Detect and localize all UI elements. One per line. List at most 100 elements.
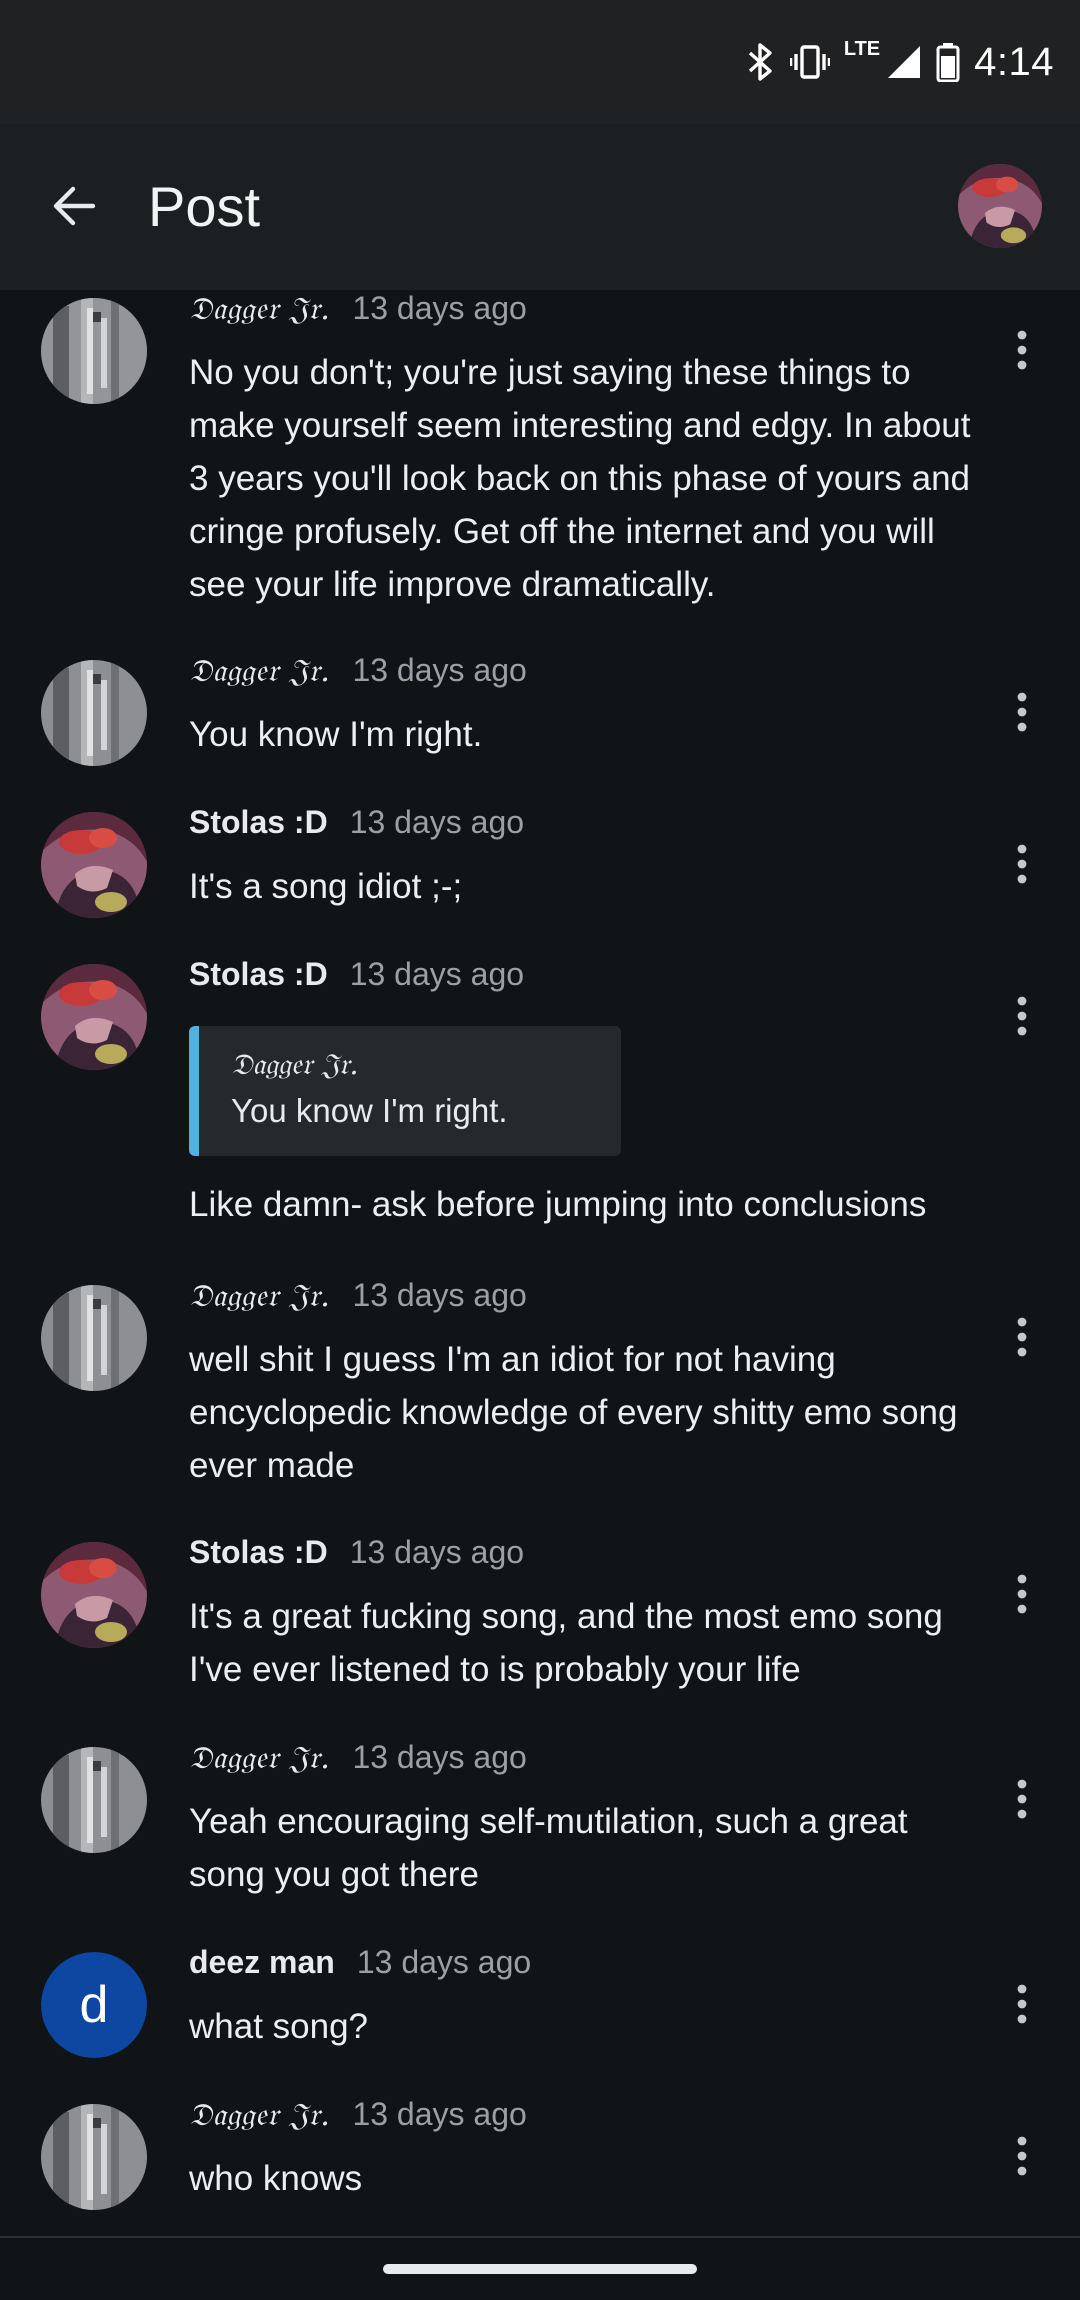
comment-header: 𝔇𝔞𝔤𝔤𝔢𝔯 𝔍𝔯. 13 days ago (189, 2096, 980, 2148)
bluetooth-icon (748, 43, 772, 81)
screen: LTE 4:14 Post 𝔇𝔞𝔤𝔤𝔢𝔯 𝔍𝔯. 13 days ago No … (0, 0, 1080, 2300)
avatar[interactable] (41, 1747, 147, 1853)
nav-divider (0, 2236, 1080, 2238)
comment-more-button[interactable] (988, 316, 1056, 384)
quote-author: 𝔇𝔞𝔤𝔤𝔢𝔯 𝔍𝔯. (231, 1047, 359, 1081)
comment-header: Stolas :D 13 days ago (189, 804, 980, 856)
stolas-avatar-image (41, 1542, 147, 1648)
comment-more-button[interactable] (988, 1970, 1056, 2038)
comment-text: It's a great fucking song, and the most … (189, 1597, 943, 1689)
comment-header: deez man 13 days ago (189, 1944, 980, 1996)
more-vert-icon (1017, 1317, 1027, 1357)
comment-text: It's a song idiot ;-; (189, 867, 463, 906)
home-gesture-bar[interactable] (383, 2264, 697, 2274)
comment-author[interactable]: Stolas :D (189, 804, 328, 841)
avatar[interactable] (41, 1285, 147, 1391)
comment-body: 𝔇𝔞𝔤𝔤𝔢𝔯 𝔍𝔯. 13 days ago who knows (189, 2096, 980, 2205)
comment-more-button[interactable] (988, 1303, 1056, 1371)
back-button[interactable] (38, 170, 110, 242)
comment-author[interactable]: 𝔇𝔞𝔤𝔤𝔢𝔯 𝔍𝔯. (189, 1740, 330, 1777)
comment-time: 13 days ago (349, 804, 525, 840)
more-vert-icon (1017, 330, 1027, 370)
comment-author[interactable]: 𝔇𝔞𝔤𝔤𝔢𝔯 𝔍𝔯. (189, 291, 330, 328)
avatar[interactable] (41, 1542, 147, 1648)
avatar[interactable] (41, 812, 147, 918)
network-type-label: LTE (843, 38, 881, 60)
comment-body: Stolas :D 13 days ago It's a great fucki… (189, 1534, 980, 1696)
profile-avatar-image (958, 164, 1042, 248)
dagger-avatar-image (41, 2104, 147, 2210)
comment-time: 13 days ago (352, 290, 527, 326)
signal-icon (888, 46, 921, 78)
profile-avatar-button[interactable] (958, 164, 1042, 248)
comment-text: You know I'm right. (189, 715, 483, 754)
dagger-avatar-image (41, 1747, 147, 1853)
comment-time: 13 days ago (349, 1534, 525, 1570)
battery-icon (936, 43, 960, 82)
comment-more-button[interactable] (988, 1560, 1056, 1628)
comment-author[interactable]: Stolas :D (189, 1534, 328, 1571)
quote-text: You know I'm right. (231, 1092, 508, 1129)
comment-author[interactable]: Stolas :D (189, 956, 328, 993)
more-vert-icon (1017, 996, 1027, 1036)
comment-more-button[interactable] (988, 2122, 1056, 2190)
comment-header: Stolas :D 13 days ago (189, 1534, 980, 1586)
comment-body: deez man 13 days ago what song? (189, 1944, 980, 2053)
more-vert-icon (1017, 1984, 1027, 2024)
comment-time: 13 days ago (356, 1944, 532, 1980)
more-vert-icon (1017, 2136, 1027, 2176)
comment-author[interactable]: 𝔇𝔞𝔤𝔤𝔢𝔯 𝔍𝔯. (189, 653, 330, 690)
letter-avatar: d (41, 1952, 147, 2058)
avatar[interactable] (41, 298, 147, 404)
arrow-back-icon (53, 186, 96, 226)
dagger-avatar-image (41, 1285, 147, 1391)
comment-time: 13 days ago (349, 956, 525, 992)
comment-author[interactable]: 𝔇𝔞𝔤𝔤𝔢𝔯 𝔍𝔯. (189, 2097, 330, 2134)
comment-text: who knows (189, 2159, 363, 2198)
comment-body: 𝔇𝔞𝔤𝔤𝔢𝔯 𝔍𝔯. 13 days ago well shit I guess… (189, 1277, 980, 1492)
more-vert-icon (1017, 1779, 1027, 1819)
comment-more-button[interactable] (988, 830, 1056, 898)
comment-header: 𝔇𝔞𝔤𝔤𝔢𝔯 𝔍𝔯. 13 days ago (189, 1739, 980, 1791)
avatar[interactable] (41, 2104, 147, 2210)
avatar[interactable] (41, 660, 147, 766)
comment-more-button[interactable] (988, 678, 1056, 746)
page-title: Post (148, 175, 261, 238)
dagger-avatar-image (41, 660, 147, 766)
comment-header: 𝔇𝔞𝔤𝔤𝔢𝔯 𝔍𝔯. 13 days ago (189, 1277, 980, 1329)
comment-body: 𝔇𝔞𝔤𝔤𝔢𝔯 𝔍𝔯. 13 days ago Yeah encouraging … (189, 1739, 980, 1901)
dagger-avatar-image (41, 298, 147, 404)
stolas-avatar-image (41, 812, 147, 918)
status-bar: LTE 4:14 (0, 0, 1080, 124)
comment-text: Yeah encouraging self-mutilation, such a… (189, 1802, 908, 1894)
comment-body: Stolas :D 13 days ago It's a song idiot … (189, 804, 980, 913)
stolas-avatar-image (41, 964, 147, 1070)
status-icons: LTE 4:14 (746, 36, 1054, 88)
comment-more-button[interactable] (988, 982, 1056, 1050)
comment-header: 𝔇𝔞𝔤𝔤𝔢𝔯 𝔍𝔯. 13 days ago (189, 290, 980, 342)
comment-more-button[interactable] (988, 1765, 1056, 1833)
comment-author[interactable]: 𝔇𝔞𝔤𝔤𝔢𝔯 𝔍𝔯. (189, 1278, 330, 1315)
comment-body: 𝔇𝔞𝔤𝔤𝔢𝔯 𝔍𝔯. 13 days ago You know I'm righ… (189, 652, 980, 761)
comment-time: 13 days ago (352, 1277, 527, 1313)
avatar[interactable]: d (41, 1952, 147, 2058)
more-vert-icon (1017, 844, 1027, 884)
clock: 4:14 (974, 39, 1054, 84)
comment-header: Stolas :D 13 days ago (189, 956, 980, 1008)
more-vert-icon (1017, 692, 1027, 732)
comment-author[interactable]: deez man (189, 1944, 335, 1981)
comment-header: 𝔇𝔞𝔤𝔤𝔢𝔯 𝔍𝔯. 13 days ago (189, 652, 980, 704)
comment-body: Stolas :D 13 days ago 𝔇𝔞𝔤𝔤𝔢𝔯 𝔍𝔯. You kno… (189, 956, 980, 1231)
app-bar: Post (0, 124, 1080, 290)
avatar[interactable] (41, 964, 147, 1070)
more-vert-icon (1017, 1574, 1027, 1614)
quoted-comment[interactable]: 𝔇𝔞𝔤𝔤𝔢𝔯 𝔍𝔯. You know I'm right. (189, 1026, 621, 1156)
vibrate-icon (789, 45, 830, 79)
comment-text: Like damn- ask before jumping into concl… (189, 1185, 927, 1224)
comment-time: 13 days ago (352, 2096, 527, 2132)
comment-text: well shit I guess I'm an idiot for not h… (189, 1340, 958, 1485)
comment-time: 13 days ago (352, 1739, 527, 1775)
comment-text: No you don't; you're just saying these t… (189, 353, 971, 604)
comment-text: what song? (189, 2007, 369, 2046)
comment-body: 𝔇𝔞𝔤𝔤𝔢𝔯 𝔍𝔯. 13 days ago No you don't; you… (189, 290, 980, 611)
